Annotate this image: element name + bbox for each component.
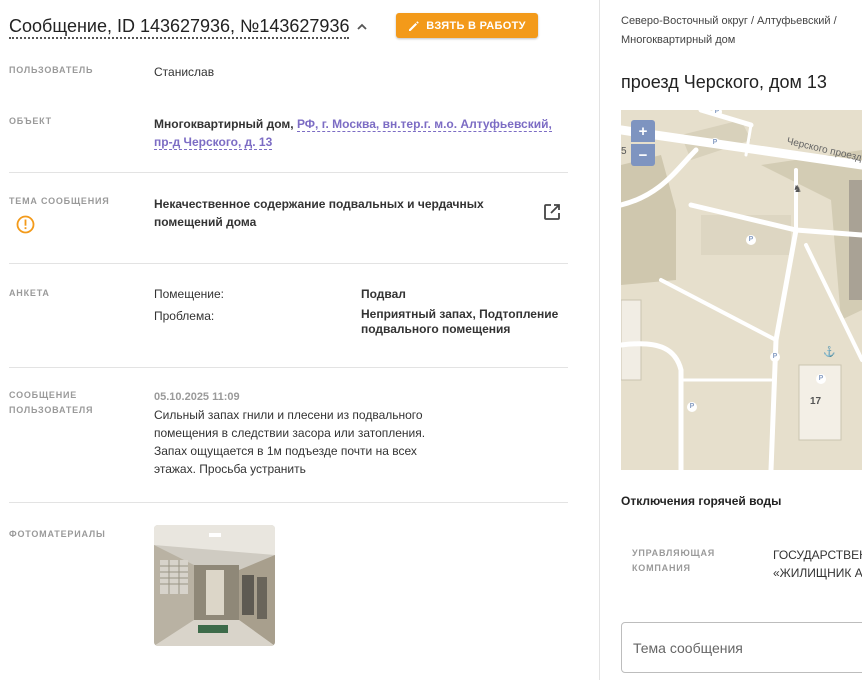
management-company-label: УПРАВЛЯЮЩАЯ КОМПАНИЯ xyxy=(632,546,715,576)
breadcrumb: Северо-Восточный округ / Алтуфьевский / … xyxy=(621,12,862,50)
survey-value-problem: Неприятный запах, Подтопление подвальног… xyxy=(361,307,558,337)
parking-marker: P xyxy=(816,374,826,384)
zoom-out-button[interactable]: − xyxy=(631,144,655,166)
breadcrumb-line-1[interactable]: Северо-Восточный округ / Алтуфьевский / xyxy=(621,15,837,27)
chevron-up-icon[interactable] xyxy=(355,20,369,34)
message-text: Сильный запах гнили и плесени из подваль… xyxy=(154,406,425,478)
take-to-work-button[interactable]: ВЗЯТЬ В РАБОТУ xyxy=(396,13,538,38)
divider xyxy=(9,502,568,503)
message-line-4: этажах. Просьба устранить xyxy=(154,462,306,476)
map-zoom-controls: + − xyxy=(631,120,655,166)
subject-input[interactable] xyxy=(622,623,862,672)
message-line-3: Запах ощущается в 1м подъезде почти на в… xyxy=(154,444,417,458)
user-value: Станислав xyxy=(154,65,215,79)
map-edge-number: 5 xyxy=(621,146,627,157)
message-line-1: Сильный запах гнили и плесени из подваль… xyxy=(154,408,423,422)
map-poi-icon: ⚓ xyxy=(823,347,836,358)
pencil-icon xyxy=(409,20,420,31)
object-info-panel: Северо-Восточный округ / Алтуфьевский / … xyxy=(601,0,862,680)
user-label: ПОЛЬЗОВАТЕЛЬ xyxy=(9,65,94,75)
management-line-1: ГОСУДАРСТВЕН xyxy=(773,548,862,562)
survey-value-room: Подвал xyxy=(361,287,406,301)
object-address-title: проезд Черского, дом 13 xyxy=(621,72,827,92)
warning-circle-icon xyxy=(16,215,35,234)
take-to-work-label: ВЗЯТЬ В РАБОТУ xyxy=(426,19,526,32)
management-label-line-2: КОМПАНИЯ xyxy=(632,563,691,573)
object-address-link[interactable]: РФ, г. Москва, вн.тер.г. м.о. Алтуфьевск… xyxy=(296,117,552,132)
topic-line-1: Некачественное содержание подвальных и ч… xyxy=(154,197,484,211)
message-line-2: помещения в следствии засора или затопле… xyxy=(154,426,426,440)
divider xyxy=(9,172,568,173)
topic-value: Некачественное содержание подвальных и ч… xyxy=(154,195,484,231)
hot-water-outage-title: Отключения горячей воды xyxy=(621,494,782,508)
zoom-in-button[interactable]: + xyxy=(631,120,655,142)
object-label: ОБЪЕКТ xyxy=(9,116,52,126)
survey-problem-line-2: подвального помещения xyxy=(361,322,511,336)
message-label: СООБЩЕНИЕ ПОЛЬЗОВАТЕЛЯ xyxy=(9,388,93,418)
message-header: Сообщение, ID 143627936, №143627936 xyxy=(9,12,369,42)
management-line-2: «ЖИЛИЩНИК А xyxy=(773,566,862,580)
parking-marker: P xyxy=(770,352,780,362)
parking-marker: P xyxy=(710,138,720,148)
topic-line-2: помещений дома xyxy=(154,215,257,229)
management-label-line-1: УПРАВЛЯЮЩАЯ xyxy=(632,548,716,558)
map[interactable]: Черского проезд 5 17 P P P P P P ♞ ⚓ + − xyxy=(621,110,862,470)
survey-key-problem: Проблема: xyxy=(154,309,215,323)
photos-label: ФОТОМАТЕРИАЛЫ xyxy=(9,529,106,539)
divider xyxy=(9,367,568,368)
map-house-number: 17 xyxy=(810,396,822,407)
object-address-link-line2[interactable]: пр-д Черского, д. 13 xyxy=(154,135,273,150)
management-company-value: ГОСУДАРСТВЕН «ЖИЛИЩНИК А xyxy=(773,546,862,582)
message-title[interactable]: Сообщение, ID 143627936, №143627936 xyxy=(9,16,350,39)
parking-marker: P xyxy=(687,402,697,412)
divider xyxy=(9,263,568,264)
photo-thumbnail[interactable] xyxy=(154,525,275,646)
open-external-icon[interactable] xyxy=(542,202,562,222)
message-panel: Сообщение, ID 143627936, №143627936 ВЗЯТ… xyxy=(0,0,600,680)
parking-marker: P xyxy=(746,235,756,245)
survey-problem-line-1: Неприятный запах, Подтопление xyxy=(361,307,559,321)
subject-field[interactable] xyxy=(621,622,862,673)
survey-label: АНКЕТА xyxy=(9,288,50,298)
breadcrumb-line-2[interactable]: Многоквартирный дом xyxy=(621,34,735,46)
message-date: 05.10.2025 11:09 xyxy=(154,391,240,403)
topic-label: ТЕМА СООБЩЕНИЯ xyxy=(9,196,110,206)
message-label-line-1: СООБЩЕНИЕ xyxy=(9,390,78,400)
object-type: Многоквартирный дом, xyxy=(154,117,294,131)
survey-key-room: Помещение: xyxy=(154,287,224,301)
map-poi-icon: ♞ xyxy=(793,184,802,195)
message-label-line-2: ПОЛЬЗОВАТЕЛЯ xyxy=(9,405,94,415)
object-value: Многоквартирный дом, РФ, г. Москва, вн.т… xyxy=(154,115,554,151)
